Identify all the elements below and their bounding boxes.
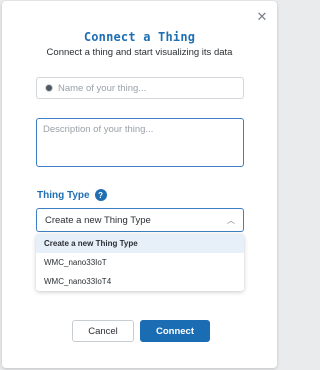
chevron-up-icon: ︿ (227, 215, 235, 225)
thing-name-input[interactable] (58, 82, 228, 94)
modal-subtitle: Connect a thing and start visualizing it… (46, 47, 233, 58)
dropdown-option-nano33iot[interactable]: WMC_nano33IoT (36, 253, 244, 272)
dropdown-option-new-type[interactable]: Create a new Thing Type (36, 234, 244, 253)
modal-title: Connect a Thing (83, 30, 196, 44)
help-icon[interactable]: ? (94, 189, 107, 201)
thing-name-field[interactable] (36, 77, 244, 99)
thing-type-label-row: Thing Type ? (37, 189, 107, 201)
thing-type-label: Thing Type (37, 189, 90, 201)
thing-description-input[interactable] (43, 124, 237, 161)
close-icon[interactable]: ✕ (255, 9, 269, 23)
cancel-button[interactable]: Cancel (72, 320, 134, 342)
connect-button[interactable]: Connect (140, 320, 210, 342)
thing-type-selected-value: Create a new Thing Type (45, 214, 151, 226)
thing-type-dropdown: Create a new Thing Type WMC_nano33IoT WM… (36, 234, 244, 291)
status-dot-icon (45, 84, 53, 92)
thing-description-field[interactable] (36, 118, 244, 167)
connect-thing-modal: ✕ Connect a Thing Connect a thing and st… (2, 1, 277, 368)
dropdown-option-nano33iot4[interactable]: WMC_nano33IoT4 (36, 272, 244, 291)
thing-type-select[interactable]: Create a new Thing Type ︿ (36, 208, 244, 232)
